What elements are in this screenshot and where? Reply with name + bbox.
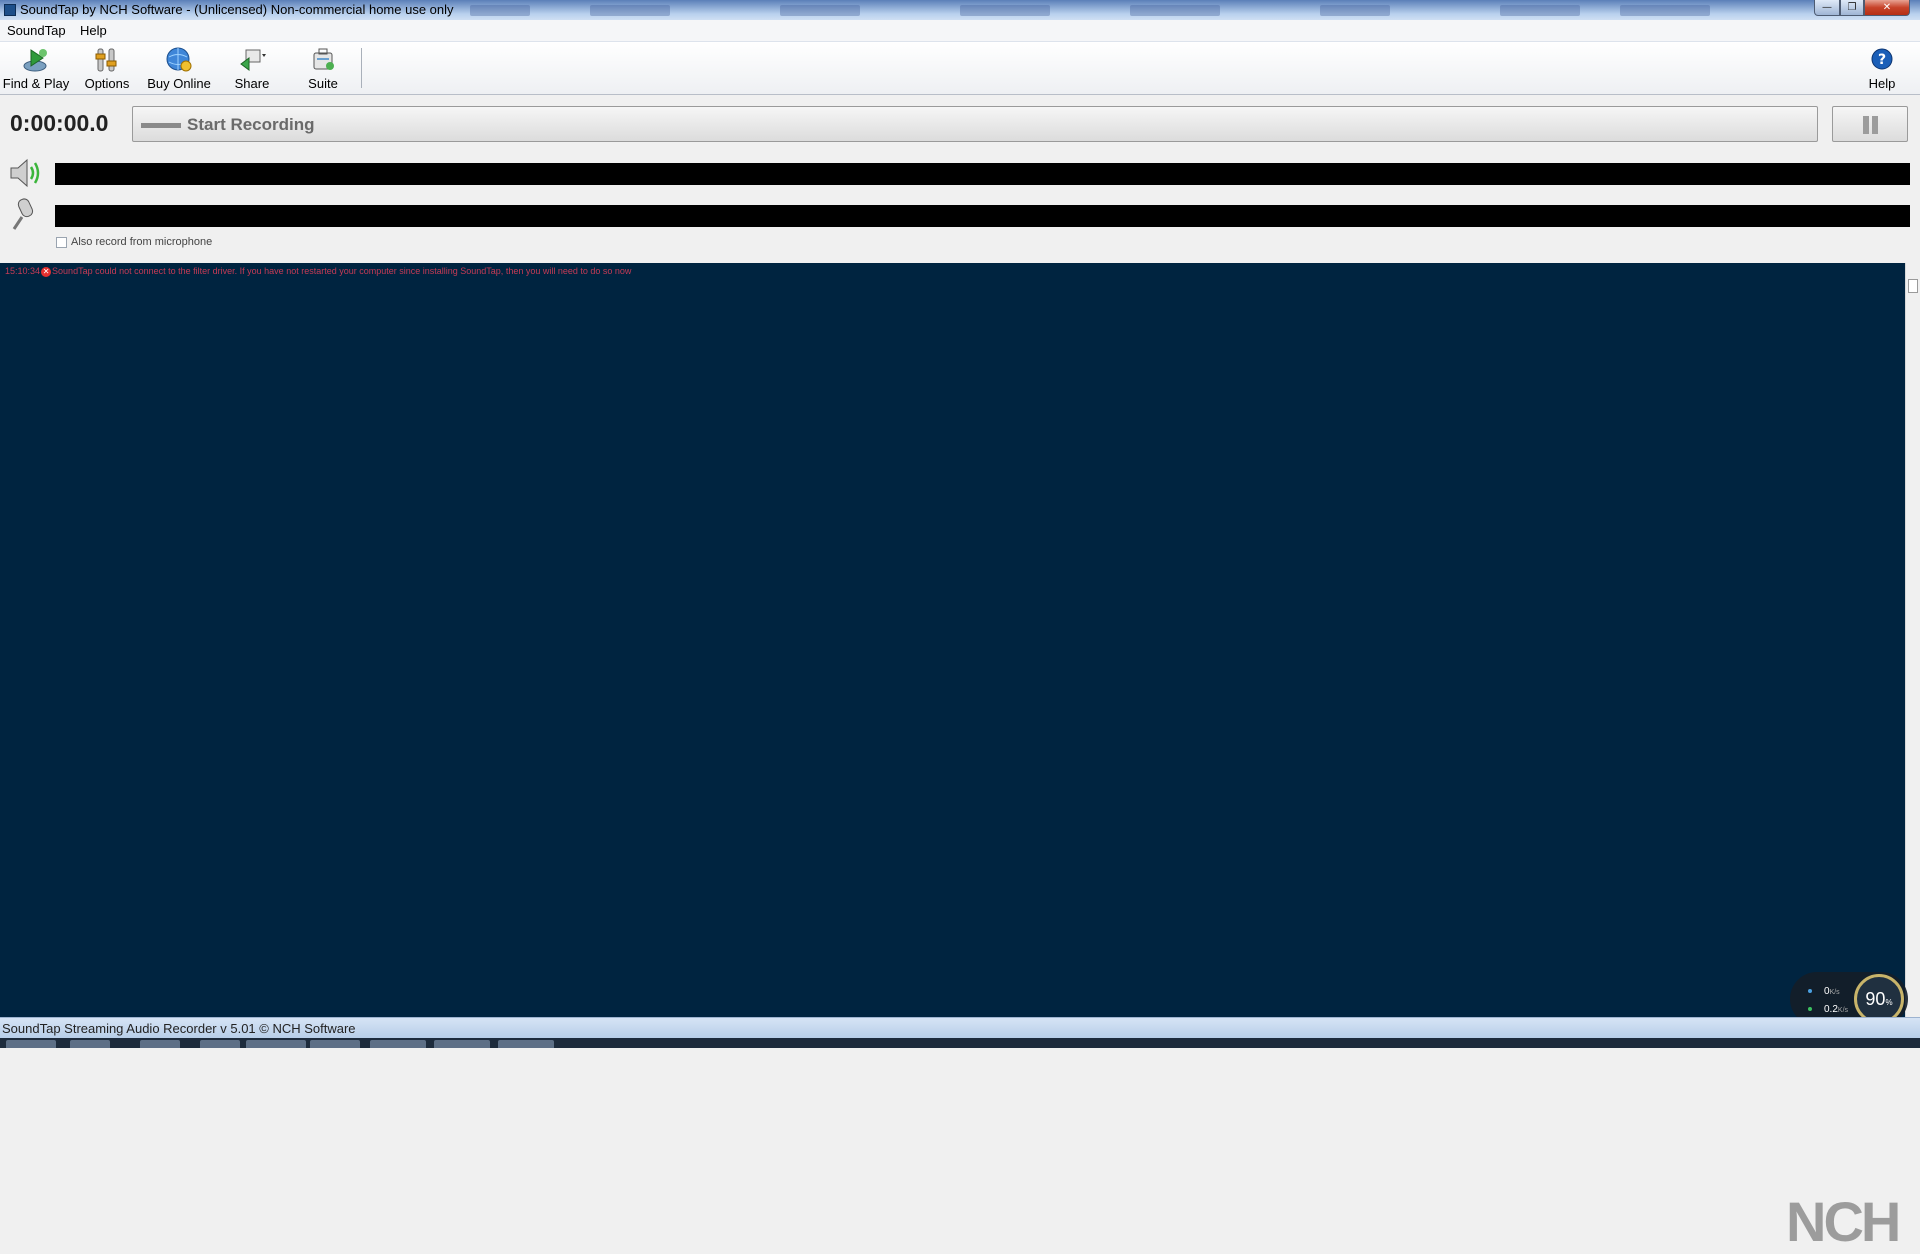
svg-text:?: ? <box>1878 52 1886 68</box>
log-message: SoundTap could not connect to the filter… <box>52 266 632 276</box>
menu-bar: SoundTap Help <box>0 20 1920 42</box>
buy-online-label: Buy Online <box>147 76 211 91</box>
window-title: SoundTap by NCH Software - (Unlicensed) … <box>20 2 454 17</box>
speaker-icon <box>10 158 40 188</box>
record-indicator-icon <box>141 123 181 128</box>
share-button[interactable]: Share <box>226 42 278 94</box>
close-button[interactable]: ✕ <box>1864 0 1910 16</box>
background-tab-ghost <box>1130 5 1220 16</box>
log-time: 15:10:34 <box>5 266 41 276</box>
options-button[interactable]: Options <box>80 42 134 94</box>
toolbar-separator <box>361 48 362 88</box>
options-label: Options <box>84 76 130 91</box>
taskbar-item[interactable] <box>6 1040 56 1048</box>
title-bar: SoundTap by NCH Software - (Unlicensed) … <box>0 0 1920 20</box>
record-microphone-checkbox[interactable] <box>56 237 67 248</box>
background-tab-ghost <box>1320 5 1390 16</box>
menu-help[interactable]: Help <box>80 23 107 38</box>
help-icon: ? <box>1871 48 1893 70</box>
taskbar-item[interactable] <box>434 1040 490 1048</box>
taskbar-item[interactable] <box>498 1040 554 1048</box>
error-icon: ✕ <box>41 266 52 277</box>
scrollbar-thumb[interactable] <box>1908 279 1918 293</box>
pause-button[interactable] <box>1832 106 1908 142</box>
download-icon <box>1808 1007 1812 1012</box>
find-play-label: Find & Play <box>2 76 70 91</box>
pause-icon <box>1863 116 1869 134</box>
background-tab-ghost <box>960 5 1050 16</box>
share-label: Share <box>234 76 270 91</box>
download-speed: 0.2K/s <box>1808 1004 1848 1015</box>
help-label: Help <box>1868 76 1896 91</box>
buy-online-button[interactable]: Buy Online <box>144 42 214 94</box>
find-play-button[interactable]: Find & Play <box>2 42 70 94</box>
taskbar-item[interactable] <box>246 1040 306 1048</box>
suite-button[interactable]: Suite <box>298 42 348 94</box>
maximize-button[interactable]: ❐ <box>1840 0 1864 16</box>
taskbar-item[interactable] <box>200 1040 240 1048</box>
nch-logo-watermark: NCH <box>1786 1190 1901 1253</box>
record-microphone-label: Also record from microphone <box>71 236 213 248</box>
find-play-icon <box>23 49 47 72</box>
app-icon[interactable] <box>4 4 16 16</box>
upload-speed: 0K/s <box>1808 986 1840 997</box>
start-recording-label: Start Recording <box>187 115 315 134</box>
speaker-level-meter <box>55 163 1910 185</box>
background-tab-ghost <box>470 5 530 16</box>
help-button[interactable]: ? Help <box>1862 42 1902 94</box>
taskbar-item[interactable] <box>370 1040 426 1048</box>
background-tab-ghost <box>1620 5 1710 16</box>
taskbar-item[interactable] <box>310 1040 360 1048</box>
elapsed-time: 0:00:00.0 <box>10 110 109 136</box>
taskbar-item[interactable] <box>70 1040 110 1048</box>
buy-online-icon <box>166 47 192 72</box>
log-entry: 15:10:34 ✕ SoundTap could not connect to t… <box>5 266 631 277</box>
status-text: SoundTap Streaming Audio Recorder v 5.01… <box>2 1021 356 1036</box>
suite-label: Suite <box>308 76 338 91</box>
microphone-level-meter <box>55 205 1910 227</box>
microphone-icon <box>12 198 34 230</box>
upload-icon <box>1808 989 1812 994</box>
background-tab-ghost <box>780 5 860 16</box>
share-icon <box>240 49 266 71</box>
start-recording-button[interactable]: Start Recording <box>132 106 1818 142</box>
status-bar: SoundTap Streaming Audio Recorder v 5.01… <box>0 1017 1920 1039</box>
background-tab-ghost <box>590 5 670 16</box>
log-panel: 15:10:34 ✕ SoundTap could not connect to t… <box>0 263 1905 1253</box>
taskbar <box>0 1038 1920 1048</box>
toolbar: Find & Play Options Buy Online Share Sui… <box>0 42 1920 95</box>
background-tab-ghost <box>1500 5 1580 16</box>
options-icon <box>95 48 117 72</box>
pause-icon <box>1872 116 1878 134</box>
taskbar-item[interactable] <box>140 1040 180 1048</box>
suite-icon <box>313 48 334 70</box>
log-scrollbar[interactable] <box>1905 263 1920 1017</box>
minimize-button[interactable]: — <box>1814 0 1840 16</box>
menu-soundtap[interactable]: SoundTap <box>7 23 66 38</box>
